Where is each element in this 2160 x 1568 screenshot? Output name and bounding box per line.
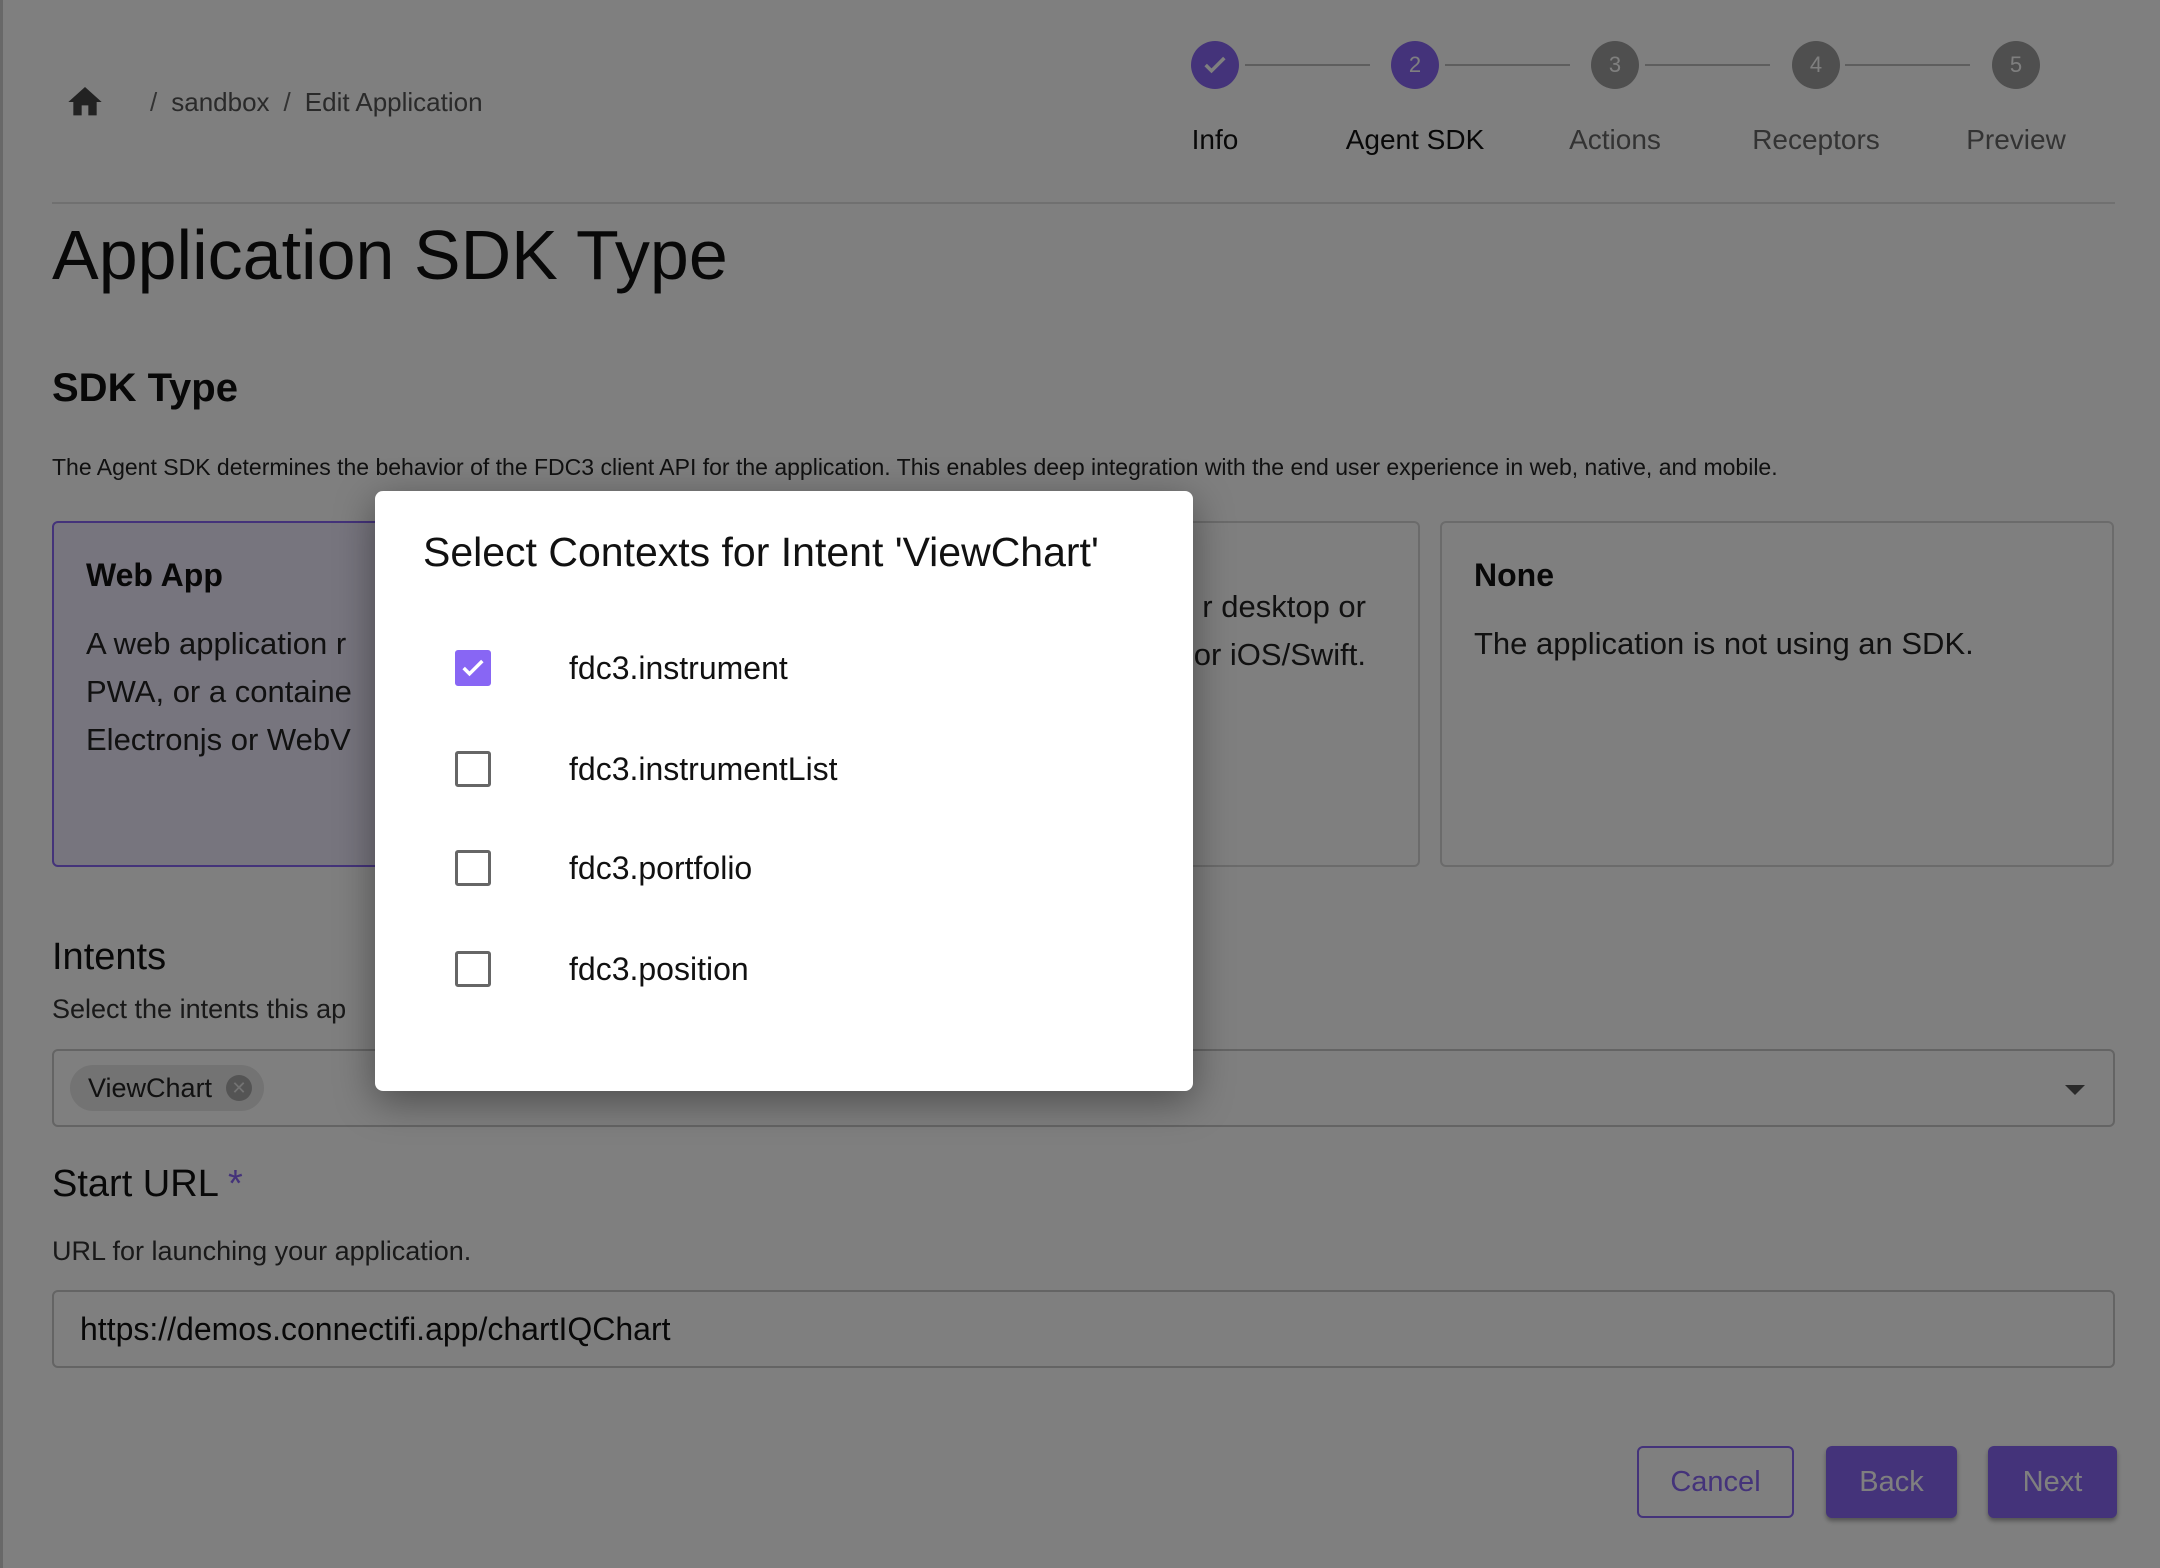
check-icon xyxy=(462,659,484,677)
checkbox-unchecked[interactable] xyxy=(455,951,491,987)
context-label: fdc3.portfolio xyxy=(569,849,753,886)
context-label: fdc3.position xyxy=(569,950,749,987)
checkbox-unchecked[interactable] xyxy=(455,850,491,886)
context-label: fdc3.instrument xyxy=(569,649,788,686)
checkbox-unchecked[interactable] xyxy=(455,751,491,787)
context-label: fdc3.instrumentList xyxy=(569,750,838,787)
checkbox-checked[interactable] xyxy=(455,650,491,686)
context-option[interactable]: fdc3.portfolio xyxy=(455,838,752,898)
context-option[interactable]: fdc3.position xyxy=(455,939,749,999)
context-option[interactable]: fdc3.instrumentList xyxy=(455,739,838,799)
select-contexts-dialog: Select Contexts for Intent 'ViewChart' f… xyxy=(375,491,1193,1091)
dialog-title: Select Contexts for Intent 'ViewChart' xyxy=(423,529,1099,575)
context-option[interactable]: fdc3.instrument xyxy=(455,638,788,698)
